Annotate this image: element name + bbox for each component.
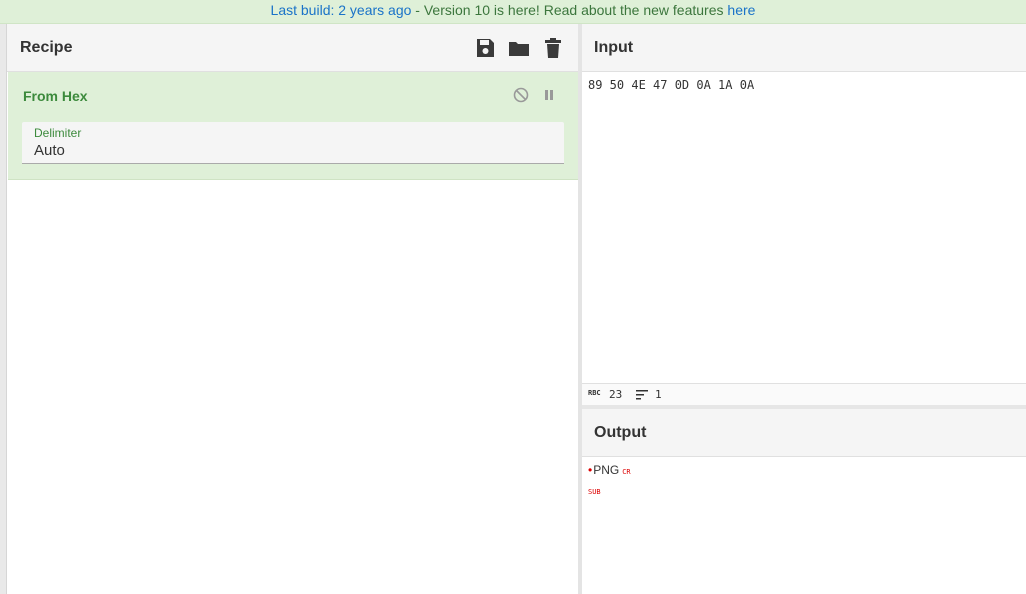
cr-marker: CR xyxy=(622,468,631,476)
features-link[interactable]: here xyxy=(727,2,755,18)
recipe-panel: Recipe From Hex Delimiter Auto xyxy=(7,24,578,594)
output-panel: Output • PNG CR SUB xyxy=(582,409,1026,594)
top-banner: Last build: 2 years ago - Version 10 is … xyxy=(0,0,1026,24)
input-header: Input xyxy=(582,24,1026,72)
operation-name: From Hex xyxy=(23,88,88,104)
output-text[interactable]: • PNG CR xyxy=(588,463,631,477)
pause-icon[interactable] xyxy=(540,86,558,104)
save-icon[interactable] xyxy=(474,37,496,59)
disable-icon[interactable] xyxy=(512,86,530,104)
input-lines: 1 xyxy=(655,388,662,401)
output-header: Output xyxy=(582,409,1026,457)
delimiter-label: Delimiter xyxy=(34,126,82,140)
recipe-title: Recipe xyxy=(20,39,73,56)
length-icon: RBC xyxy=(588,389,601,397)
delimiter-value[interactable]: Auto xyxy=(34,142,65,159)
input-panel: Input 89 50 4E 47 0D 0A 1A 0A RBC 23 1 xyxy=(582,24,1026,406)
banner-text: - Version 10 is here! Read about the new… xyxy=(411,2,728,18)
operations-panel-edge[interactable] xyxy=(0,24,7,594)
from-hex-operation[interactable]: From Hex Delimiter Auto xyxy=(8,72,578,180)
trash-icon[interactable] xyxy=(542,37,564,59)
last-build-link[interactable]: Last build: 2 years ago xyxy=(271,2,412,18)
input-textarea[interactable]: 89 50 4E 47 0D 0A 1A 0A xyxy=(588,78,754,92)
lines-icon xyxy=(636,389,648,403)
delimiter-field[interactable]: Delimiter Auto xyxy=(22,122,564,164)
input-title: Input xyxy=(594,39,634,56)
folder-icon[interactable] xyxy=(508,37,530,59)
input-length: 23 xyxy=(609,388,623,401)
recipe-header: Recipe xyxy=(7,24,578,72)
output-png: PNG xyxy=(593,463,620,477)
special-char-dot: • xyxy=(588,463,593,477)
sub-marker: SUB xyxy=(588,488,601,496)
input-status-bar: RBC 23 1 xyxy=(582,383,1026,406)
output-title: Output xyxy=(594,424,647,441)
